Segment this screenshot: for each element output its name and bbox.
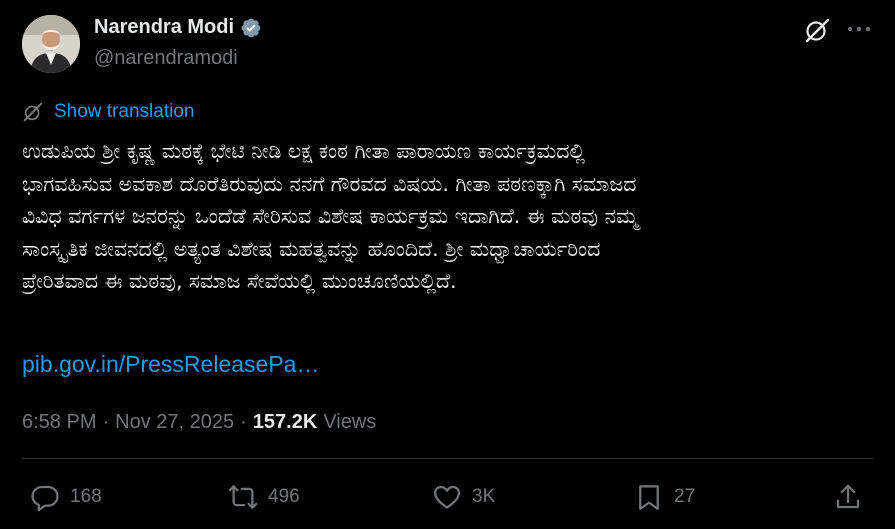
views-label: Views — [323, 411, 377, 433]
reply-button[interactable]: 168 — [30, 482, 102, 512]
grok-translate-icon — [23, 102, 43, 122]
author-name-row[interactable]: Narendra Modi — [94, 16, 262, 39]
show-translation-button[interactable]: Show translation — [22, 101, 194, 123]
bookmark-icon — [639, 485, 659, 510]
grok-icon[interactable] — [803, 16, 831, 44]
tweet-time[interactable]: 6:58 PM — [22, 411, 96, 434]
like-count: 3K — [472, 486, 496, 507]
author-handle[interactable]: @narendramodi — [94, 47, 238, 70]
heart-icon — [434, 485, 460, 509]
tweet-text: ಉಡುಪಿಯ ಶ್ರೀ ಕೃಷ್ಣ ಮಠಕ್ಕೆ ಭೇಟಿ ನೀಡಿ ಲಕ್ಷ … — [22, 139, 639, 293]
author-name[interactable]: Narendra Modi — [94, 16, 234, 39]
tweet-link[interactable]: pib.gov.in/PressReleasePa… — [22, 351, 319, 378]
bookmark-count: 27 — [674, 486, 696, 507]
tweet-meta: 6:58 PM · Nov 27, 2025 · 157.2K Views — [22, 411, 376, 434]
reply-count: 168 — [70, 486, 102, 507]
meta-separator: · — [240, 411, 247, 433]
repost-button[interactable]: 496 — [228, 482, 300, 512]
bookmark-button[interactable]: 27 — [634, 482, 695, 512]
avatar[interactable] — [22, 15, 80, 73]
verified-badge-icon — [240, 17, 262, 39]
more-options-icon[interactable] — [846, 16, 872, 42]
repost-icon — [228, 485, 258, 509]
meta-separator: · — [102, 411, 110, 433]
reply-icon — [31, 485, 59, 512]
divider — [22, 458, 873, 459]
views-count: 157.2K — [252, 411, 318, 433]
share-button[interactable] — [833, 482, 863, 512]
profile-photo — [22, 15, 80, 73]
repost-count: 496 — [268, 486, 300, 507]
tweet-date[interactable]: Nov 27, 2025 — [115, 411, 234, 434]
show-translation-label[interactable]: Show translation — [54, 101, 194, 123]
like-button[interactable]: 3K — [432, 482, 495, 512]
share-icon — [836, 484, 860, 509]
